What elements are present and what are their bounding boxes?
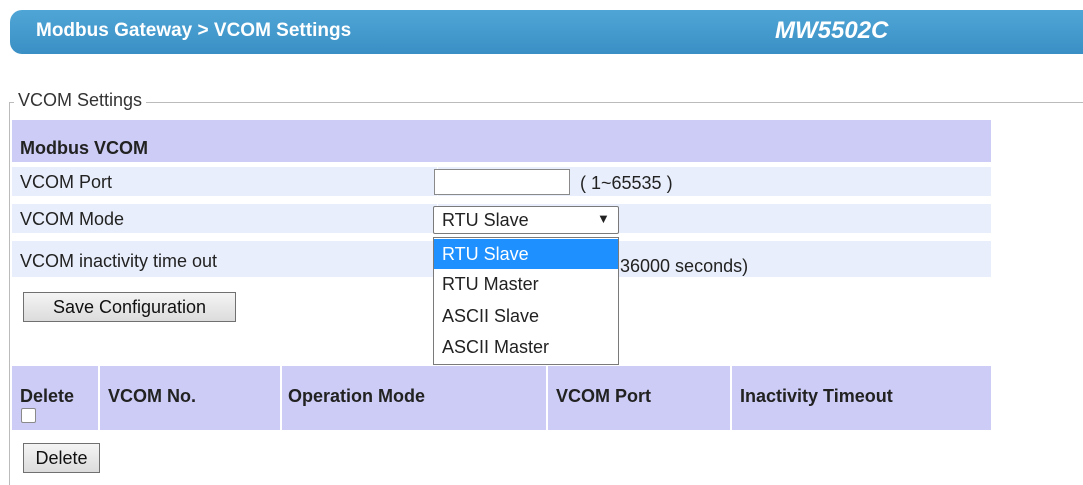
model-name: MW5502C — [775, 17, 889, 44]
delete-button[interactable]: Delete — [23, 443, 100, 473]
section-title: Modbus VCOM — [20, 138, 148, 158]
header-vcom-port-label: VCOM Port — [556, 386, 652, 406]
select-all-checkbox[interactable] — [21, 408, 36, 423]
fieldset-legend: VCOM Settings — [14, 90, 147, 111]
vcom-port-range: ( 1~65535 ) — [580, 173, 673, 193]
header-inactivity-timeout: Inactivity Timeout — [732, 366, 991, 430]
section-header: Modbus VCOM — [12, 120, 991, 162]
header-operation-mode-label: Operation Mode — [288, 386, 426, 406]
header-vcom-port: VCOM Port — [548, 366, 730, 430]
save-configuration-button[interactable]: Save Configuration — [23, 292, 236, 322]
vcom-mode-label: VCOM Mode — [20, 209, 125, 229]
page-header: Modbus Gateway > VCOM Settings MW5502C — [10, 10, 1083, 54]
option-ascii-slave[interactable]: ASCII Slave — [434, 301, 618, 331]
vcom-port-label: VCOM Port — [20, 172, 113, 192]
option-rtu-slave[interactable]: RTU Slave — [434, 239, 618, 269]
header-vcom-no-label: VCOM No. — [108, 386, 196, 406]
header-vcom-no: VCOM No. — [100, 366, 280, 430]
vcom-timeout-label: VCOM inactivity time out — [20, 251, 218, 271]
vcom-mode-dropdown: RTU Slave RTU Master ASCII Slave ASCII M… — [433, 237, 619, 365]
timeout-range: 36000 seconds) — [620, 256, 749, 276]
header-inactivity-timeout-label: Inactivity Timeout — [740, 386, 893, 406]
header-delete-label: Delete — [20, 386, 75, 406]
header-operation-mode: Operation Mode — [282, 366, 546, 430]
vcom-mode-selected: RTU Slave — [442, 210, 529, 230]
chevron-down-icon: ▼ — [597, 211, 610, 226]
breadcrumb: Modbus Gateway > VCOM Settings — [36, 20, 352, 41]
option-rtu-master[interactable]: RTU Master — [434, 269, 618, 299]
option-ascii-master[interactable]: ASCII Master — [434, 332, 618, 362]
vcom-mode-select[interactable]: RTU Slave ▼ — [433, 206, 619, 234]
vcom-port-input[interactable] — [434, 169, 570, 195]
